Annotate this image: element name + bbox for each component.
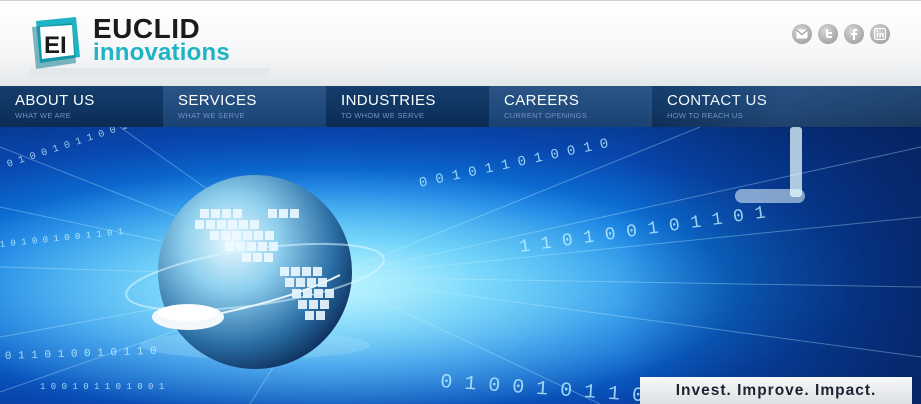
page: EI EUCLID innovations ABOUT US WHAT WE A…	[0, 0, 921, 404]
nav-sublabel: HOW TO REACH US	[667, 111, 743, 120]
email-icon[interactable]	[792, 24, 812, 44]
nav-sublabel: CURRENT OPENINGS	[504, 111, 588, 120]
main-nav: ABOUT US WHAT WE ARE SERVICES WHAT WE SE…	[0, 86, 921, 127]
nav-label: INDUSTRIES	[341, 92, 436, 109]
nav-item-industries[interactable]: INDUSTRIES TO WHOM WE SERVE	[326, 86, 489, 127]
nav-sublabel: WHAT WE ARE	[15, 111, 71, 120]
social-links	[792, 24, 890, 44]
logo-line2: innovations	[93, 39, 230, 66]
nav-sublabel: WHAT WE SERVE	[178, 111, 245, 120]
nav-item-services[interactable]: SERVICES WHAT WE SERVE	[163, 86, 326, 127]
hero-tagline: Invest. Improve. Impact.	[640, 377, 912, 404]
nav-sublabel: TO WHOM WE SERVE	[341, 111, 425, 120]
nav-label: ABOUT US	[15, 92, 95, 109]
logo-mark-text: EI	[44, 32, 67, 59]
linkedin-icon[interactable]	[870, 24, 890, 44]
twitter-icon[interactable]	[818, 24, 838, 44]
svg-text:1 0 0 1 0 1 1 0 1 0 0 1: 1 0 0 1 0 1 1 0 1 0 0 1	[40, 382, 164, 392]
logo-mark-icon: EI	[32, 17, 80, 69]
euclid-logo[interactable]: EI EUCLID innovations	[30, 13, 270, 78]
nav-label: SERVICES	[178, 92, 257, 109]
nav-item-careers[interactable]: CAREERS CURRENT OPENINGS	[489, 86, 652, 127]
hero-banner: 0 1 0 0 1 0 1 1 0 0 1 0 1 0 1 0 0 1 0 0 …	[0, 127, 921, 404]
logo-reflection	[30, 68, 270, 78]
nav-label: CAREERS	[504, 92, 580, 109]
nav-label: CONTACT US	[667, 92, 768, 109]
hero-artwork: 0 1 0 0 1 0 1 1 0 0 1 0 1 0 1 0 0 1 0 0 …	[0, 127, 921, 404]
nav-item-contact-us[interactable]: CONTACT US HOW TO REACH US	[652, 86, 815, 127]
nav-item-about-us[interactable]: ABOUT US WHAT WE ARE	[0, 86, 163, 127]
facebook-icon[interactable]	[844, 24, 864, 44]
site-header: EI EUCLID innovations	[0, 0, 921, 86]
